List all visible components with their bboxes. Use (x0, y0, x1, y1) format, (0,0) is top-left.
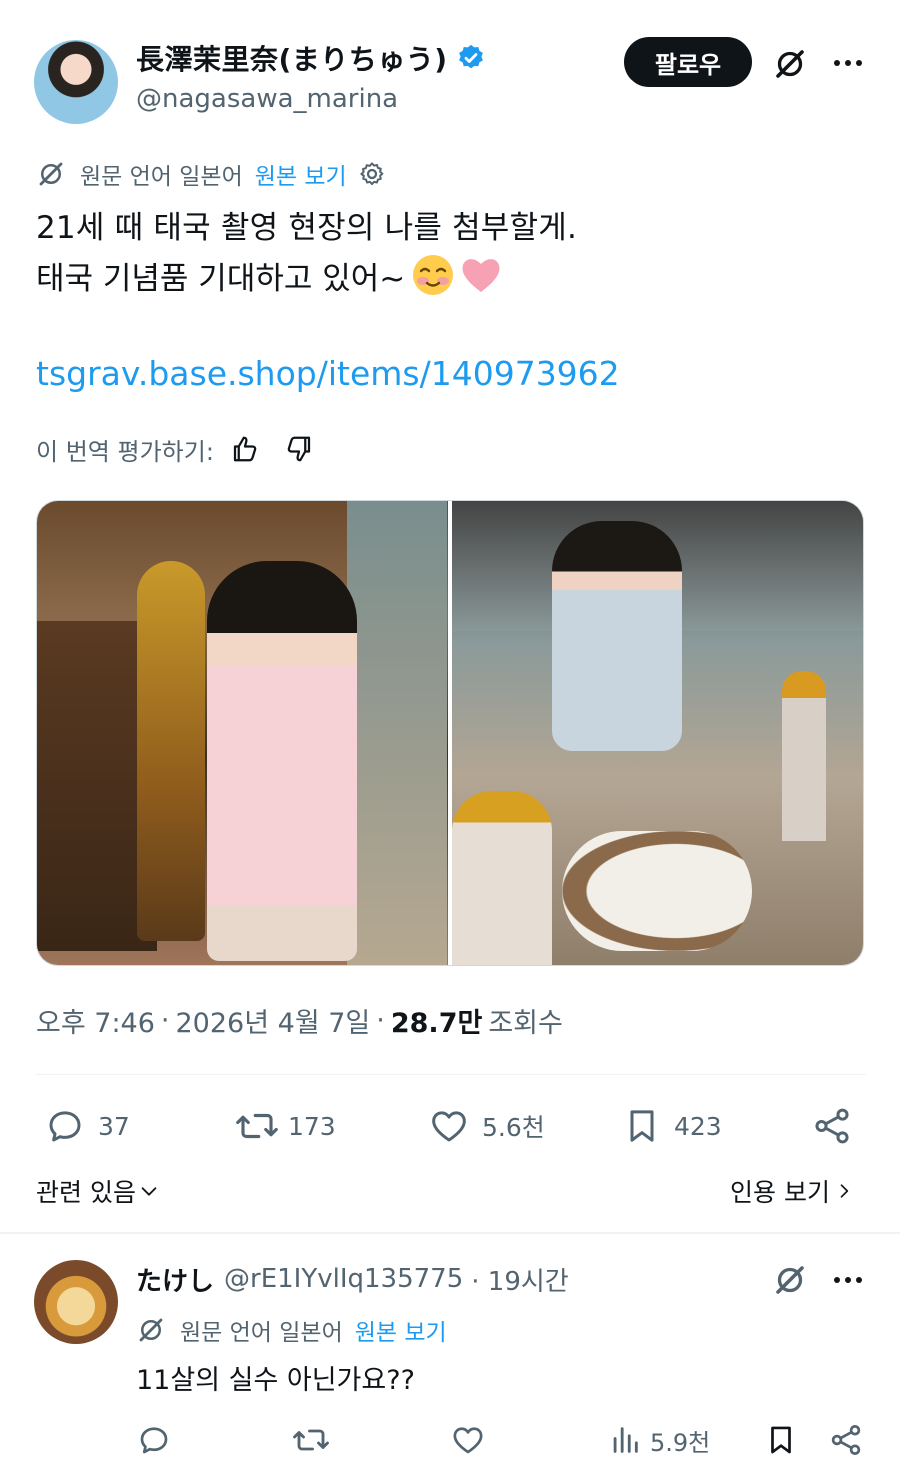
post-text-line-2-row: 태국 기념품 기대하고 있어~ (36, 252, 503, 298)
grok-icon[interactable] (770, 44, 810, 84)
chevron-down-icon (138, 1180, 160, 1202)
post-date[interactable]: 2026년 4월 7일 (176, 1001, 371, 1040)
view-quotes-label: 인용 보기 (730, 1178, 830, 1207)
reply-translate-icon (136, 1315, 166, 1345)
related-label: 관련 있음 (36, 1178, 136, 1207)
reply-heart-icon[interactable] (448, 1420, 488, 1460)
post-meta: 오후 7:46 · 2026년 4월 7일 · 28.7만 조회수 (36, 1000, 563, 1040)
reply-bookmark-icon[interactable] (762, 1420, 800, 1460)
section-divider (0, 1232, 900, 1234)
translation-source: 원문 언어 일본어 (80, 164, 243, 190)
translation-row: 원문 언어 일본어 원본 보기 (36, 156, 387, 192)
author-handle[interactable]: @nagasawa_marina (136, 84, 398, 114)
post-time[interactable]: 오후 7:46 (36, 1001, 155, 1040)
reply-share-icon[interactable] (826, 1420, 866, 1460)
reply-translation-source: 원문 언어 일본어 (180, 1320, 343, 1346)
reply-reply-icon[interactable] (134, 1420, 174, 1460)
analytics-icon (608, 1423, 642, 1457)
rate-translation-row: 이 번역 평가하기: (36, 430, 314, 468)
rate-translation-label: 이 번역 평가하기: (36, 437, 214, 466)
author-avatar[interactable] (34, 40, 118, 124)
reply-icon (44, 1105, 86, 1147)
reply-translation-row: 원문 언어 일본어 원본 보기 (136, 1312, 447, 1348)
reply-author-handle[interactable]: @rE1IYvlIq135775 (224, 1264, 463, 1294)
pink-heart-emoji-icon (459, 253, 503, 297)
reply-views-count: 5.9천 (650, 1428, 711, 1457)
thumbs-up-icon[interactable] (230, 434, 260, 464)
translate-icon (36, 159, 66, 189)
share-icon[interactable] (810, 1104, 854, 1148)
like-action[interactable]: 5.6천 (428, 1104, 545, 1148)
heart-icon (428, 1105, 470, 1147)
author-name-row: 長澤茉里奈(まりちゅう) (136, 38, 486, 78)
reply-views-action[interactable]: 5.9천 (608, 1420, 710, 1460)
meta-separator: · (160, 1004, 170, 1036)
photo-shop-scene[interactable] (37, 501, 448, 965)
like-count: 5.6천 (482, 1113, 545, 1142)
reply-header: たけし @rE1IYvlIq135775 · 19시간 (136, 1260, 569, 1298)
reply-count: 37 (98, 1111, 130, 1141)
views-label: 조회수 (488, 1007, 563, 1039)
reply-text: 11살의 실수 아닌가요?? (136, 1365, 415, 1396)
reply-repost-icon[interactable] (290, 1420, 332, 1460)
reply-author-avatar[interactable] (34, 1260, 118, 1344)
post-link[interactable]: tsgrav.base.shop/items/140973962 (36, 354, 620, 393)
show-original-link[interactable]: 원본 보기 (255, 157, 347, 191)
reply-show-original-link[interactable]: 원본 보기 (355, 1313, 447, 1347)
more-options-icon[interactable] (828, 48, 868, 78)
post-text-line-2: 태국 기념품 기대하고 있어~ (36, 260, 406, 297)
chevron-right-icon (834, 1180, 854, 1202)
views-count[interactable]: 28.7만 (391, 1001, 482, 1040)
repost-count: 173 (288, 1111, 336, 1141)
reply-more-options-icon[interactable] (828, 1266, 868, 1294)
follow-label: 팔로우 (654, 50, 722, 79)
reply-grok-icon[interactable] (770, 1260, 810, 1300)
photo-street-dog-scene[interactable] (452, 501, 863, 965)
meta-separator: · (376, 1004, 385, 1036)
related-dropdown[interactable]: 관련 있음 (36, 1172, 160, 1210)
bookmark-icon (622, 1105, 662, 1147)
reply-author-name[interactable]: たけし (136, 1261, 214, 1298)
media-grid (36, 500, 864, 966)
smiling-face-emoji-icon (411, 253, 455, 297)
author-display-name[interactable]: 長澤茉里奈(まりちゅう) (136, 38, 448, 78)
repost-action[interactable]: 173 (234, 1104, 336, 1148)
bookmark-count: 423 (674, 1111, 722, 1141)
follow-button[interactable]: 팔로우 (624, 37, 752, 87)
translation-settings-icon[interactable] (357, 159, 387, 189)
verified-badge-icon (456, 43, 486, 73)
post-text-line-1: 21세 때 태국 촬영 현장의 나를 첨부할게. (36, 210, 578, 246)
reply-time[interactable]: · 19시간 (471, 1261, 568, 1298)
bookmark-action[interactable]: 423 (622, 1104, 722, 1148)
repost-icon (234, 1105, 280, 1147)
reply-action[interactable]: 37 (44, 1104, 130, 1148)
thumbs-down-icon[interactable] (284, 434, 314, 464)
divider (36, 1074, 866, 1075)
view-quotes-link[interactable]: 인용 보기 (730, 1172, 854, 1210)
